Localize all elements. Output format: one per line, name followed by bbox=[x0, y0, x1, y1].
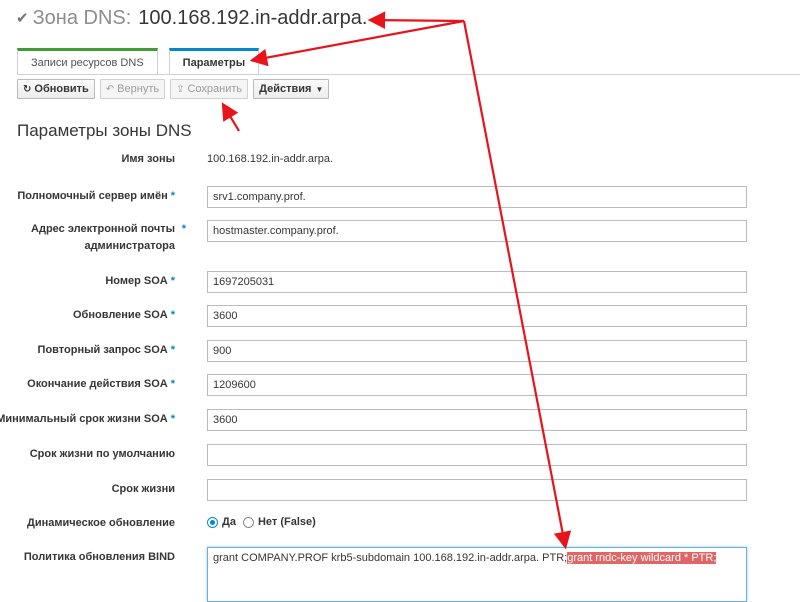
refresh-icon: ↻ bbox=[23, 83, 32, 95]
soa-serial-input[interactable]: 1697205031 bbox=[207, 271, 747, 293]
default-ttl-label: Срок жизни по умолчанию bbox=[29, 448, 175, 460]
page-title: ✔ Зона DNS: 100.168.192.in-addr.arpa. bbox=[16, 5, 367, 31]
soa-expire-input[interactable]: 1209600 bbox=[207, 374, 747, 396]
admin-email-label: Адрес электронной почты администратора * bbox=[5, 221, 186, 255]
default-ttl-input[interactable] bbox=[207, 444, 747, 466]
admin-email-label-text: Адрес электронной почты администратора bbox=[31, 223, 175, 252]
required-marker: * bbox=[181, 223, 186, 235]
soa-retry-label-text: Повторный запрос SOA bbox=[37, 344, 168, 356]
soa-expire-label: Окончание действия SOA * bbox=[27, 376, 175, 393]
soa-refresh-label-text: Обновление SOA bbox=[73, 309, 168, 321]
bind-policy-textarea[interactable]: grant COMPANY.PROF krb5-subdomain 100.16… bbox=[207, 547, 747, 602]
soa-retry-label: Повторный запрос SOA * bbox=[38, 342, 175, 359]
page-title-zone: 100.168.192.in-addr.arpa. bbox=[138, 6, 368, 29]
page-title-label: Зона DNS: bbox=[32, 6, 132, 29]
soa-minimum-input[interactable]: 3600 bbox=[207, 409, 747, 431]
required-marker: * bbox=[170, 190, 175, 202]
zone-name-label-text: Имя зоны bbox=[121, 153, 175, 165]
zone-name-label: Имя зоны bbox=[122, 151, 175, 168]
tab-divider bbox=[17, 74, 800, 75]
authoritative-ns-input[interactable]: srv1.company.prof. bbox=[207, 186, 747, 208]
upload-icon: ⇪ bbox=[176, 83, 185, 95]
required-marker: * bbox=[170, 413, 175, 425]
check-icon: ✔ bbox=[16, 10, 29, 27]
soa-serial-label-text: Номер SOA bbox=[105, 275, 168, 287]
tab-settings[interactable]: Параметры bbox=[168, 48, 260, 74]
soa-serial-label: Номер SOA * bbox=[105, 273, 175, 290]
soa-retry-input[interactable]: 900 bbox=[207, 340, 747, 362]
undo-icon: ↶ bbox=[105, 83, 115, 95]
required-marker: * bbox=[170, 275, 175, 287]
admin-email-input[interactable]: hostmaster.company.prof. bbox=[207, 220, 747, 242]
ttl-input[interactable] bbox=[207, 479, 747, 501]
arrow-to-zone-title bbox=[367, 11, 465, 29]
dynamic-update-radio-group: Да Нет (False) bbox=[207, 516, 323, 528]
soa-refresh-input[interactable]: 3600 bbox=[207, 305, 747, 327]
bind-policy-highlighted-text: grant rndc-key wildcard * PTR; bbox=[567, 552, 717, 564]
arrow-to-save-button bbox=[221, 102, 240, 132]
dynamic-update-yes-radio[interactable] bbox=[207, 516, 218, 528]
caret-down-icon: ▼ bbox=[315, 84, 324, 94]
save-button[interactable]: ⇪ Сохранить bbox=[170, 79, 249, 99]
ttl-label: Срок жизни bbox=[111, 483, 175, 495]
save-button-label: Сохранить bbox=[187, 83, 243, 95]
dynamic-update-no-radio[interactable] bbox=[242, 516, 254, 528]
refresh-button[interactable]: ↻ Обновить bbox=[17, 79, 95, 99]
zone-name-value: 100.168.192.in-addr.arpa. bbox=[207, 153, 333, 165]
authoritative-ns-label-text: Полномочный сервер имён bbox=[17, 190, 168, 202]
bind-policy-label: Политика обновления BIND bbox=[23, 551, 175, 563]
dynamic-update-no-label: Нет (False) bbox=[257, 516, 316, 528]
actions-dropdown[interactable]: Действия ▼ bbox=[253, 79, 330, 99]
required-marker: * bbox=[170, 344, 175, 356]
toolbar: ↻ Обновить ↶ Вернуть ⇪ Сохранить Действи… bbox=[17, 79, 334, 99]
section-title: Параметры зоны DNS bbox=[17, 121, 192, 140]
dynamic-update-label: Динамическое обновление bbox=[27, 517, 175, 529]
soa-minimum-label-text: Минимальный срок жизни SOA bbox=[0, 413, 168, 425]
required-marker: * bbox=[170, 378, 175, 390]
bind-policy-text: grant COMPANY.PROF krb5-subdomain 100.16… bbox=[213, 552, 568, 564]
tab-resource-records[interactable]: Записи ресурсов DNS bbox=[17, 48, 158, 74]
revert-button-label: Вернуть bbox=[117, 83, 160, 95]
tab-bar: Записи ресурсов DNS Параметры bbox=[17, 48, 270, 74]
soa-refresh-label: Обновление SOA * bbox=[73, 307, 175, 324]
actions-dropdown-label: Действия bbox=[259, 83, 312, 95]
revert-button[interactable]: ↶ Вернуть bbox=[99, 79, 166, 99]
refresh-button-label: Обновить bbox=[34, 83, 89, 95]
dynamic-update-yes-label: Да bbox=[222, 516, 236, 528]
authoritative-ns-label: Полномочный сервер имён * bbox=[17, 188, 175, 205]
soa-minimum-label: Минимальный срок жизни SOA * bbox=[0, 411, 175, 428]
required-marker: * bbox=[170, 309, 175, 321]
soa-expire-label-text: Окончание действия SOA bbox=[27, 378, 168, 390]
